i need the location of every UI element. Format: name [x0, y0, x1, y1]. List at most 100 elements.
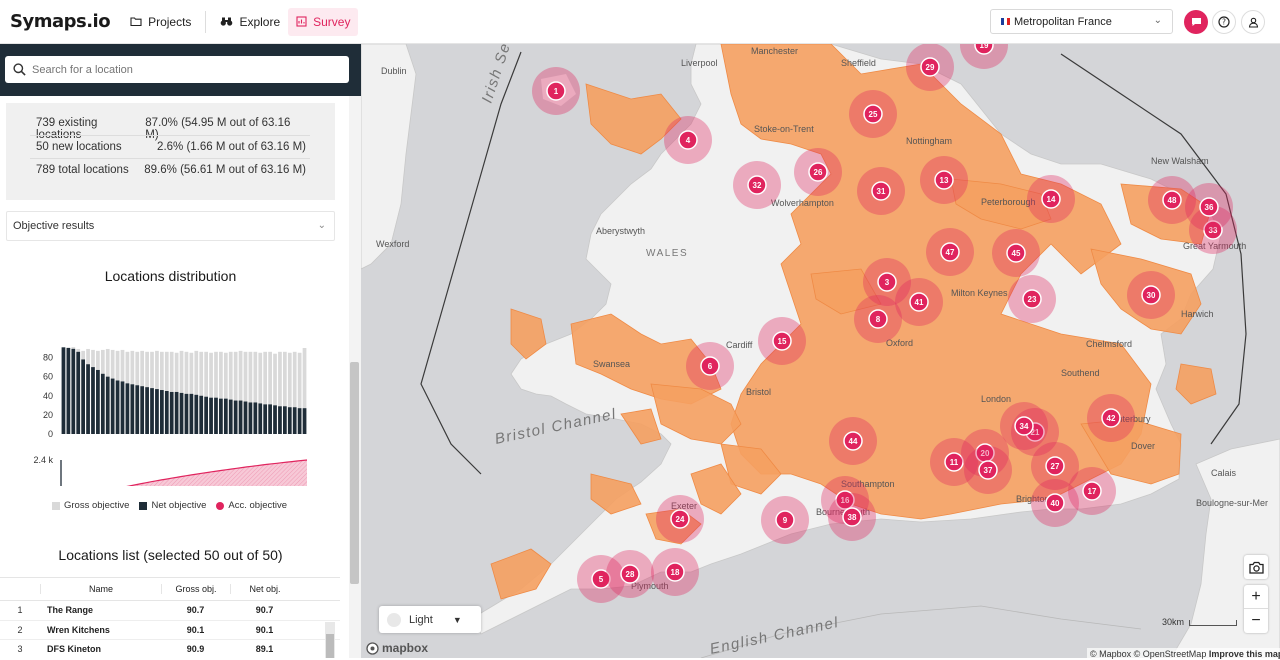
net-bar [169, 391, 174, 434]
net-bar [71, 348, 76, 434]
net-bar [61, 347, 66, 434]
locations-table: Name Gross obj. Net obj. 1 The Range 90.… [0, 577, 340, 658]
net-bar [278, 406, 282, 434]
net-bar [179, 392, 184, 434]
map-label: New Walsham [1151, 156, 1209, 166]
header-net[interactable]: Net obj. [230, 584, 299, 594]
country-select[interactable]: Metropolitan France ⌄ [990, 9, 1173, 34]
net-bar [76, 351, 81, 434]
map-label: Wolverhampton [771, 198, 834, 208]
net-bar [135, 385, 140, 434]
map-label: Milton Keynes [951, 288, 1008, 298]
user-button[interactable] [1241, 10, 1265, 34]
legend-acc-swatch [216, 501, 225, 510]
net-bar [189, 393, 194, 434]
scale-bar [1189, 620, 1237, 626]
search-box[interactable] [5, 56, 349, 83]
distribution-title: Locations distribution [104, 268, 237, 284]
search-input[interactable] [32, 63, 332, 76]
nav-survey-label: Survey [313, 14, 351, 29]
row-name: Wren Kitchens [47, 624, 110, 635]
net-bar [150, 388, 154, 434]
legend-net: Net objective [139, 500, 206, 511]
sidebar-scrollbar-thumb[interactable] [350, 362, 359, 584]
legend-gross-label: Gross objective [64, 500, 130, 511]
table-scrollbar-thumb[interactable] [326, 634, 334, 658]
header-gross[interactable]: Gross obj. [161, 584, 230, 594]
help-button[interactable]: ? [1212, 10, 1236, 34]
net-bar [110, 378, 115, 434]
location-marker-label: 3 [885, 278, 890, 287]
binoculars-icon [221, 17, 233, 26]
location-marker-label: 13 [940, 176, 949, 185]
mapbox-logo[interactable]: mapbox [366, 641, 428, 655]
location-marker-label: 32 [753, 181, 762, 190]
net-bar [145, 387, 149, 434]
stat-existing: 739 existing locations 87.0% (54.95 M ou… [36, 117, 306, 141]
table-row[interactable]: 1 The Range 90.7 90.7 [0, 601, 340, 621]
location-marker-label: 15 [778, 337, 787, 346]
map-label: Dover [1131, 441, 1155, 451]
net-bar [248, 402, 253, 434]
location-marker-label: 47 [946, 248, 955, 257]
map-label: London [981, 394, 1011, 404]
location-marker-label: 25 [869, 110, 878, 119]
stat-total: 789 total locations 89.6% (56.61 M out o… [36, 164, 306, 176]
net-bar [120, 381, 125, 434]
zoom-in-button[interactable]: + [1244, 585, 1268, 609]
map-label: Chelmsford [1086, 339, 1132, 349]
camera-icon [1248, 561, 1264, 574]
location-marker-label: 28 [626, 570, 635, 579]
coverage-area [1175, 363, 1217, 405]
net-bar [238, 400, 243, 434]
header-name[interactable]: Name [40, 584, 161, 594]
net-bar [297, 408, 302, 434]
table-row[interactable]: 2 Wren Kitchens 90.1 90.1 [0, 621, 340, 640]
screenshot-button[interactable] [1244, 555, 1268, 579]
map-label: Calais [1211, 468, 1237, 478]
map-label: Cardiff [726, 340, 753, 350]
map-view[interactable]: Dublin Liverpool Manchester Sheffield Stoke-… [361, 44, 1280, 658]
location-marker-label: 42 [1107, 414, 1116, 423]
map-label: Nottingham [906, 136, 952, 146]
map-label: Bristol [746, 387, 771, 397]
map-label: Liverpool [681, 58, 718, 68]
table-row[interactable]: 3 DFS Kineton 90.9 89.1 [0, 640, 340, 658]
net-bar [105, 376, 110, 434]
distribution-chart: 8060402002.4 k90.75101520253035404550 [33, 347, 308, 486]
help-icon: ? [1218, 16, 1230, 28]
legend-acc-label: Acc. objective [228, 500, 288, 511]
net-bar [155, 389, 159, 434]
map-canvas[interactable]: Dublin Liverpool Manchester Sheffield Stoke-… [361, 44, 1280, 658]
net-bar [204, 396, 208, 434]
map-style-select[interactable]: Light ▼ [379, 606, 481, 633]
nav-survey[interactable]: Survey [288, 7, 359, 36]
net-bar [228, 399, 233, 434]
zoom-out-button[interactable]: − [1244, 609, 1268, 633]
row-name: The Range [47, 605, 94, 616]
chevron-down-icon: ⌄ [1153, 15, 1162, 26]
nav-projects[interactable]: Projects [122, 8, 199, 36]
app-logo[interactable]: Symaps.io [10, 11, 111, 32]
plus-icon: + [1251, 587, 1261, 605]
net-bar [258, 403, 263, 434]
location-marker-label: 18 [671, 568, 680, 577]
nav-explore[interactable]: Explore [212, 8, 288, 36]
mapbox-icon [366, 641, 379, 655]
legend-gross: Gross objective [52, 500, 129, 511]
nav-projects-label: Projects [148, 14, 192, 29]
chat-button[interactable] [1184, 10, 1208, 34]
map-label: Stoke-on-Trent [754, 124, 814, 134]
location-marker-label: 17 [1088, 487, 1097, 496]
net-bar [100, 373, 105, 434]
map-label: Wexford [376, 239, 409, 249]
net-bar [214, 397, 218, 434]
objective-results-toggle[interactable]: Objective results ⌄ [6, 211, 335, 241]
location-marker-label: 44 [849, 437, 858, 446]
folder-icon [130, 17, 142, 27]
scale-label: 30km [1162, 617, 1185, 627]
net-bar [287, 407, 292, 434]
location-marker-label: 26 [814, 168, 823, 177]
chevron-down-icon: ⌄ [317, 220, 326, 231]
map-label: Boulogne-sur-Mer [1196, 498, 1268, 508]
